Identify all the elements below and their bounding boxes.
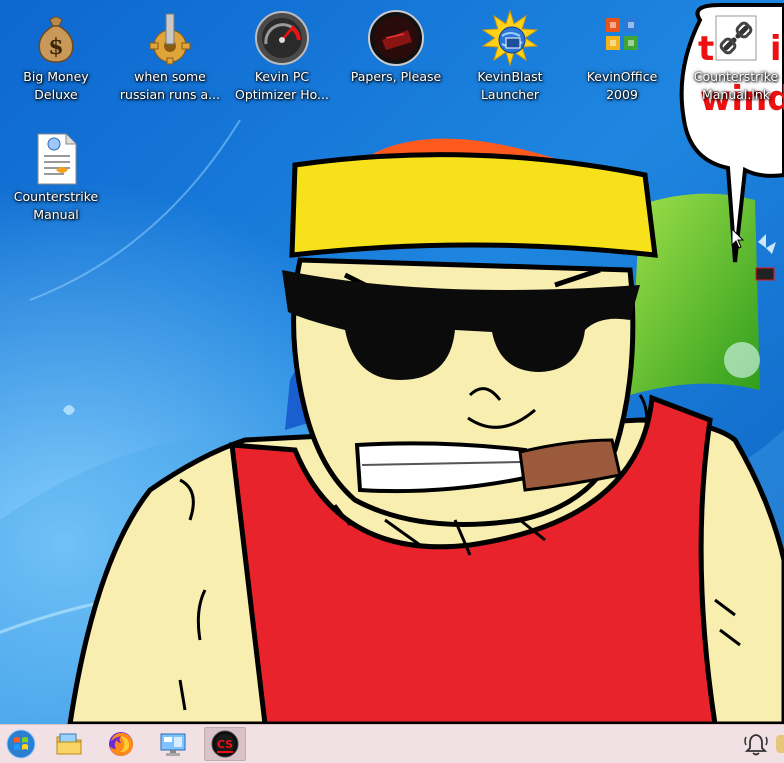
desktop-icon-counterstrike-manual-lnk[interactable]: Counterstrike Manual.lnk — [680, 0, 784, 104]
desktop-icon-kevinoffice-2009[interactable]: KevinOffice 2009 — [566, 0, 678, 104]
office-logo-icon — [594, 10, 650, 66]
mouse-cursor — [731, 228, 745, 249]
money-bag-icon: $ — [28, 10, 84, 66]
taskbar-firefox[interactable] — [104, 727, 138, 761]
desktop-icon-label: KevinOffice 2009 — [586, 69, 658, 102]
taskbar-file-explorer[interactable] — [52, 727, 86, 761]
desktop-icon-label: Counterstrike Manual — [13, 189, 99, 222]
tray-notification-bell[interactable] — [740, 727, 772, 761]
globe-burst-icon — [482, 10, 538, 66]
desktop-icon-label: Counterstrike Manual.lnk — [693, 69, 779, 102]
cs-icon: CS — [211, 730, 239, 758]
desktop-icon-big-money-deluxe[interactable]: $ Big Money Deluxe — [0, 0, 112, 104]
taskbar-control-panel[interactable] — [156, 727, 190, 761]
desktop[interactable]: t is i wind $ Big Money D — [0, 0, 784, 724]
svg-text:CS: CS — [217, 738, 233, 751]
taskbar: CS — [0, 724, 784, 763]
desktop-icon-kevinblast-launcher[interactable]: KevinBlast Launcher — [454, 0, 566, 104]
firefox-icon — [109, 732, 133, 756]
folder-icon — [56, 733, 82, 755]
svg-text:$: $ — [48, 34, 63, 60]
desktop-icon-counterstrike-manual[interactable]: Counterstrike Manual — [0, 120, 112, 224]
papers-please-icon — [368, 10, 424, 66]
desktop-icon-label: KevinBlast Launcher — [477, 69, 543, 102]
start-button[interactable] — [4, 727, 38, 761]
desktop-icon-label: when some russian runs a... — [119, 69, 221, 102]
wallpaper: t is i wind — [0, 0, 784, 724]
desktop-icon-kevin-pc-optimizer[interactable]: Kevin PC Optimizer Ho... — [226, 0, 338, 104]
monitor-icon — [160, 733, 186, 756]
taskbar-counterstrike-app[interactable]: CS — [204, 727, 246, 761]
desktop-icon-label: Big Money Deluxe — [23, 69, 89, 102]
gear-icon — [142, 10, 198, 66]
tray-overflow-icon[interactable] — [776, 735, 784, 753]
speedometer-icon — [254, 10, 310, 66]
desktop-icon-papers-please[interactable]: Papers, Please — [340, 0, 452, 86]
windows-orb-icon — [6, 729, 36, 759]
desktop-icon-label: Kevin PC Optimizer Ho... — [235, 69, 329, 102]
shortcut-link-icon — [708, 10, 764, 66]
desktop-icon-when-some-russian-runs[interactable]: when some russian runs a... — [114, 0, 226, 104]
desktop-icon-label: Papers, Please — [350, 69, 442, 84]
document-icon — [28, 130, 84, 186]
bell-icon — [744, 734, 768, 756]
